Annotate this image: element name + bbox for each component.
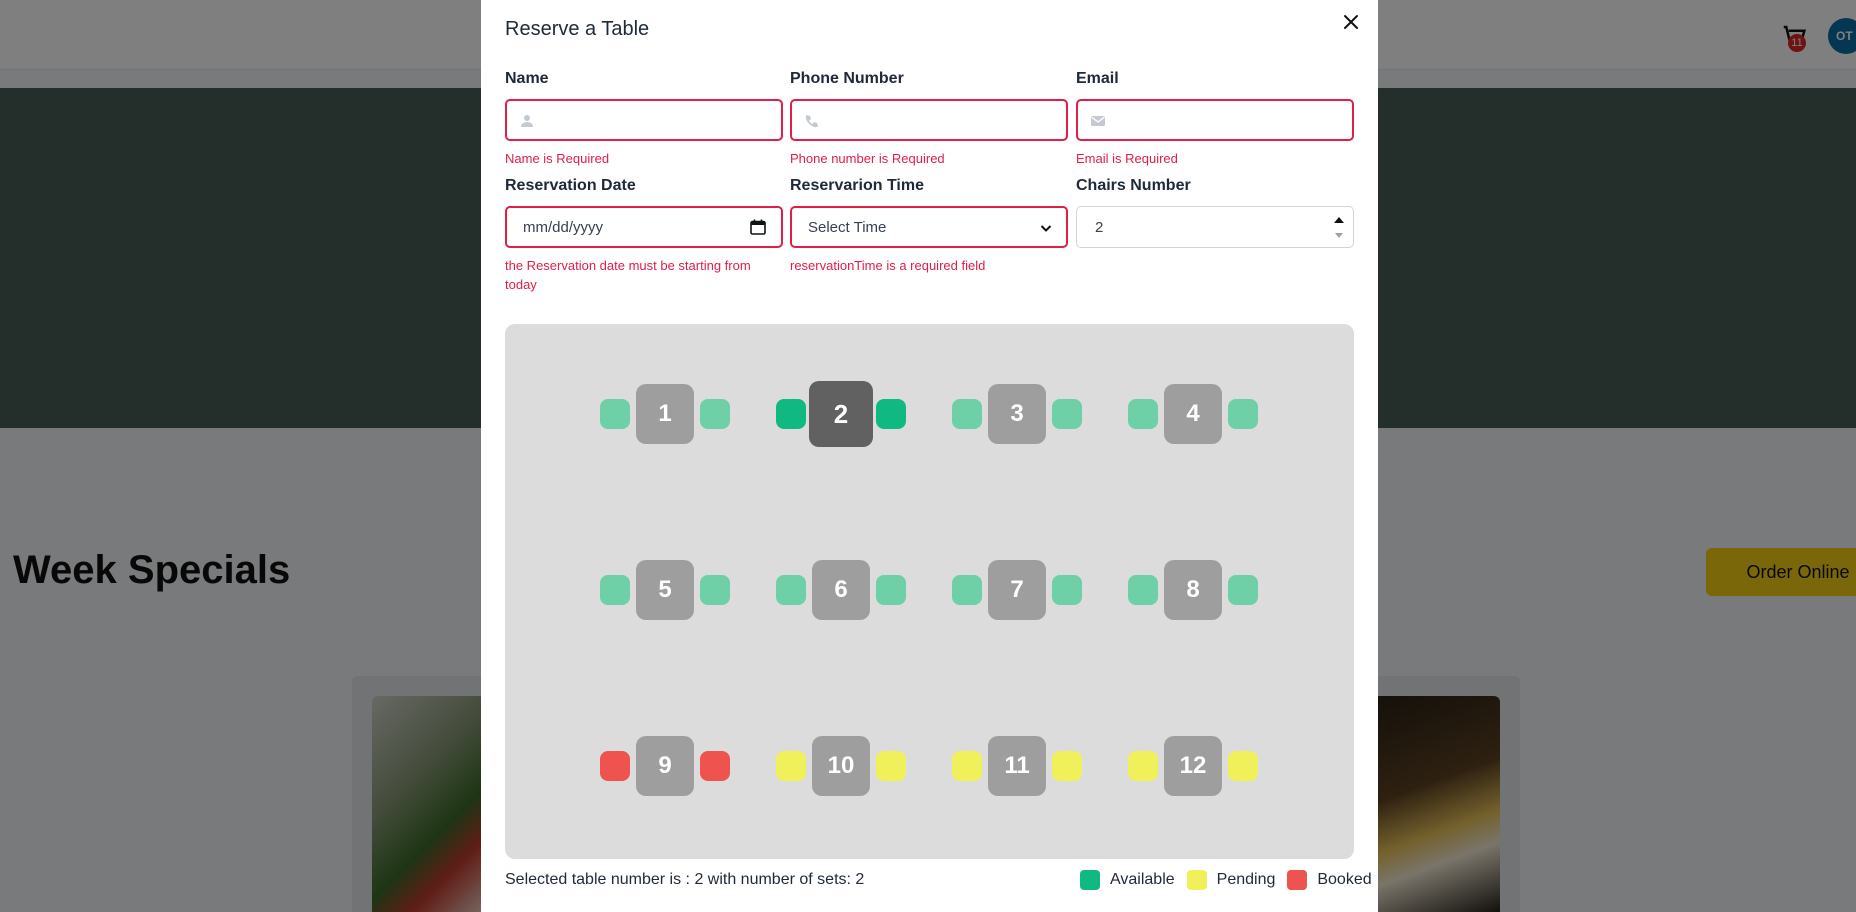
table-8[interactable]: 8 <box>1164 560 1222 620</box>
time-select[interactable]: Select Time <box>790 206 1068 248</box>
table-5[interactable]: 5 <box>636 560 694 620</box>
time-field-group: Reservarion Time Select Time reservation… <box>790 177 1068 275</box>
chair-right[interactable] <box>876 751 906 781</box>
phone-error: Phone number is Required <box>790 151 945 166</box>
table-10[interactable]: 10 <box>812 736 870 796</box>
time-label: Reservarion Time <box>790 177 924 194</box>
chair-right[interactable] <box>1052 575 1082 605</box>
chair-right[interactable] <box>1052 751 1082 781</box>
legend-available: Available <box>1080 870 1175 890</box>
legend-available-label: Available <box>1110 871 1175 888</box>
table-1[interactable]: 1 <box>636 384 694 444</box>
date-label: Reservation Date <box>505 177 636 194</box>
chair-left[interactable] <box>776 399 806 429</box>
floor-plan: 1 2 3 4 5 6 7 8 9 10 11 12 <box>505 324 1354 859</box>
table-group-9[interactable]: 9 <box>600 736 730 796</box>
name-input[interactable] <box>505 99 783 141</box>
chevron-down-icon <box>1040 225 1052 232</box>
phone-icon <box>805 115 818 128</box>
chair-right[interactable] <box>700 575 730 605</box>
chair-left[interactable] <box>600 575 630 605</box>
legend-booked-label: Booked <box>1317 871 1372 888</box>
legend-pending: Pending <box>1186 870 1276 890</box>
chair-right[interactable] <box>1228 575 1258 605</box>
table-group-1[interactable]: 1 <box>600 384 730 444</box>
chair-left[interactable] <box>952 751 982 781</box>
chair-right[interactable] <box>700 751 730 781</box>
table-group-8[interactable]: 8 <box>1128 560 1258 620</box>
chair-left[interactable] <box>776 575 806 605</box>
email-field-group: Email Email is Required <box>1076 70 1354 168</box>
table-7[interactable]: 7 <box>988 560 1046 620</box>
table-group-4[interactable]: 4 <box>1128 384 1258 444</box>
chair-left[interactable] <box>952 399 982 429</box>
chair-left[interactable] <box>1128 575 1158 605</box>
table-4[interactable]: 4 <box>1164 384 1222 444</box>
table-group-2[interactable]: 2 <box>776 381 906 447</box>
chair-left[interactable] <box>952 575 982 605</box>
chair-right[interactable] <box>700 399 730 429</box>
table-2[interactable]: 2 <box>809 381 873 447</box>
table-group-12[interactable]: 12 <box>1128 736 1258 796</box>
chair-left[interactable] <box>1128 751 1158 781</box>
user-icon <box>521 115 533 127</box>
table-group-10[interactable]: 10 <box>776 736 906 796</box>
chairs-label: Chairs Number <box>1076 177 1191 194</box>
table-group-3[interactable]: 3 <box>952 384 1082 444</box>
name-error: Name is Required <box>505 151 610 166</box>
chair-right[interactable] <box>876 399 906 429</box>
date-error: the Reservation date must be starting fr… <box>505 258 751 292</box>
date-field-group: Reservation Date mm/dd/yyyy the Reservat… <box>505 177 783 294</box>
reserve-table-modal: Reserve a Table Name Name is Required Ph… <box>481 0 1378 912</box>
date-placeholder: mm/dd/yyyy <box>523 219 604 236</box>
calendar-icon[interactable] <box>749 218 767 236</box>
name-label: Name <box>505 70 549 87</box>
chair-left[interactable] <box>1128 399 1158 429</box>
status-legend: Available Pending Booked <box>1068 869 1372 891</box>
modal-title: Reserve a Table <box>505 18 650 40</box>
chair-left[interactable] <box>600 399 630 429</box>
close-icon[interactable] <box>1339 10 1363 34</box>
time-error: reservationTime is a required field <box>790 258 986 273</box>
chairs-value: 2 <box>1095 219 1104 236</box>
email-label: Email <box>1076 70 1119 87</box>
legend-booked: Booked <box>1287 870 1372 890</box>
email-input[interactable] <box>1076 99 1354 141</box>
chair-right[interactable] <box>1228 751 1258 781</box>
table-6[interactable]: 6 <box>812 560 870 620</box>
number-stepper-icon[interactable] <box>1329 209 1349 245</box>
chairs-field-group: Chairs Number 2 <box>1076 177 1354 248</box>
table-12[interactable]: 12 <box>1164 736 1222 796</box>
table-group-6[interactable]: 6 <box>776 560 906 620</box>
table-group-11[interactable]: 11 <box>952 736 1082 796</box>
legend-booked-swatch <box>1287 870 1308 890</box>
mail-icon <box>1091 116 1105 126</box>
selected-table-text: Selected table number is : 2 with number… <box>505 871 865 888</box>
table-group-7[interactable]: 7 <box>952 560 1082 620</box>
chair-left[interactable] <box>776 751 806 781</box>
phone-label: Phone Number <box>790 70 904 87</box>
legend-pending-label: Pending <box>1216 871 1276 888</box>
phone-field-group: Phone Number Phone number is Required <box>790 70 1068 168</box>
legend-available-swatch <box>1080 870 1100 890</box>
email-error: Email is Required <box>1076 151 1178 166</box>
time-selected-value: Select Time <box>808 219 887 236</box>
chair-right[interactable] <box>876 575 906 605</box>
phone-input[interactable] <box>790 99 1068 141</box>
legend-pending-swatch <box>1186 870 1207 890</box>
chair-right[interactable] <box>1052 399 1082 429</box>
table-11[interactable]: 11 <box>988 736 1046 796</box>
name-field-group: Name Name is Required <box>505 70 783 168</box>
table-group-5[interactable]: 5 <box>600 560 730 620</box>
table-3[interactable]: 3 <box>988 384 1046 444</box>
chair-left[interactable] <box>600 751 630 781</box>
date-input[interactable]: mm/dd/yyyy <box>505 206 783 248</box>
table-9[interactable]: 9 <box>636 736 694 796</box>
chair-right[interactable] <box>1228 399 1258 429</box>
chairs-number-input[interactable]: 2 <box>1076 206 1354 248</box>
